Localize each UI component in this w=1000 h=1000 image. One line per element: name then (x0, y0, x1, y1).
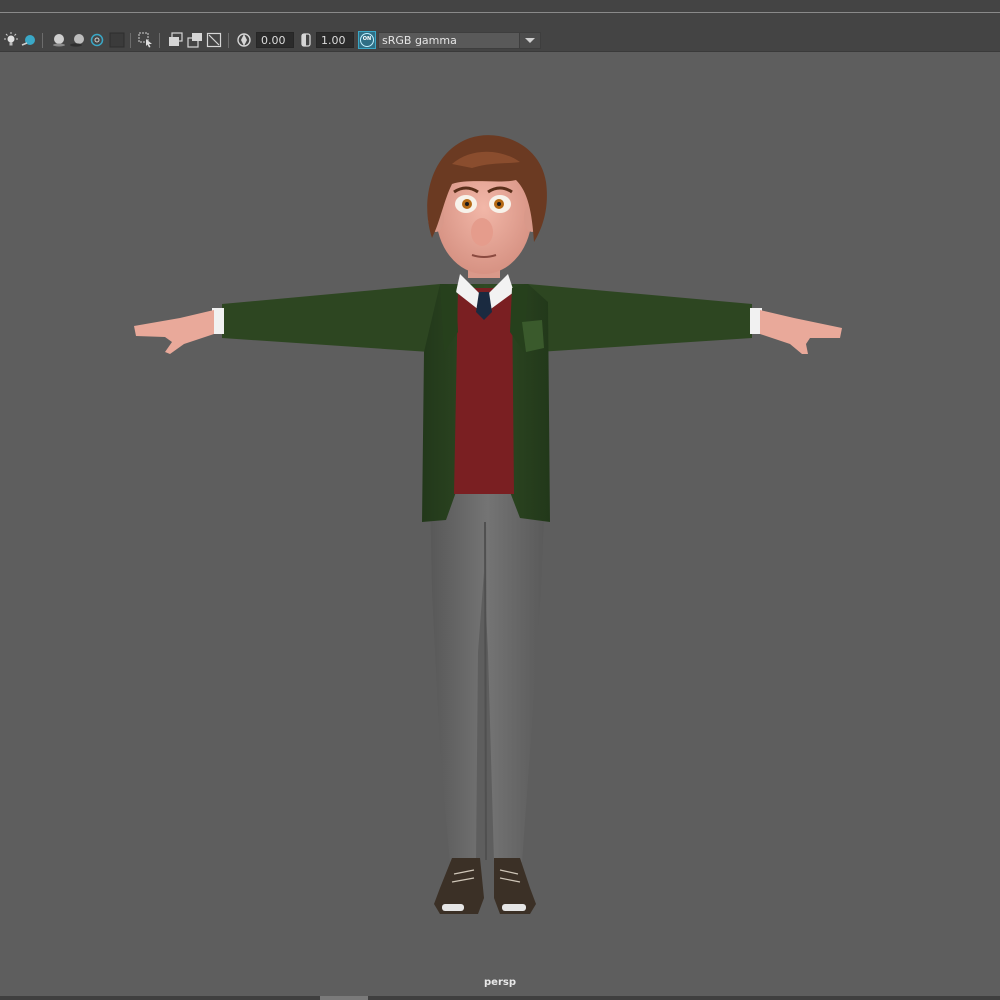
wireframe-sphere-icon[interactable] (88, 31, 106, 49)
left-sleeve (222, 284, 440, 352)
camera-name-label: persp (484, 977, 516, 988)
exposure-field[interactable]: 0.00 (256, 32, 294, 48)
light-bulb-icon[interactable] (2, 31, 20, 49)
left-hand (134, 310, 214, 354)
paste-layers-icon[interactable] (186, 31, 204, 49)
toolbar-separator (42, 33, 43, 48)
shaded-sphere-icon[interactable] (20, 31, 38, 49)
gamma-icon[interactable] (297, 31, 315, 49)
select-cursor-icon[interactable] (137, 31, 155, 49)
occlusion-icon[interactable] (108, 31, 126, 49)
exposure-icon[interactable] (235, 31, 253, 49)
colorspace-label: sRGB gamma (382, 34, 457, 47)
dropdown-arrow-icon (525, 38, 535, 43)
toolbar-separator (159, 33, 160, 48)
toolbar-separator (228, 33, 229, 48)
gamma-field[interactable]: 1.00 (316, 32, 354, 48)
color-management-badge: ON (362, 36, 372, 42)
shadow-sphere-icon[interactable] (69, 31, 87, 49)
colorspace-dropdown-button[interactable] (519, 33, 540, 48)
copy-layers-icon[interactable] (167, 31, 185, 49)
colorspace-dropdown[interactable]: sRGB gamma (378, 32, 541, 49)
pants (430, 492, 545, 862)
3d-viewport[interactable] (0, 52, 1000, 996)
color-management-toggle[interactable]: ON (358, 31, 376, 49)
bottom-tab-indicator[interactable] (320, 996, 368, 1000)
right-sleeve (528, 284, 752, 352)
isolate-select-icon[interactable] (205, 31, 223, 49)
top-menu-strip (0, 0, 1000, 13)
right-hand (760, 310, 842, 354)
textured-sphere-icon[interactable] (50, 31, 68, 49)
toolbar-separator (130, 33, 131, 48)
character-model[interactable] (134, 135, 842, 914)
bottom-bar (0, 996, 1000, 1000)
